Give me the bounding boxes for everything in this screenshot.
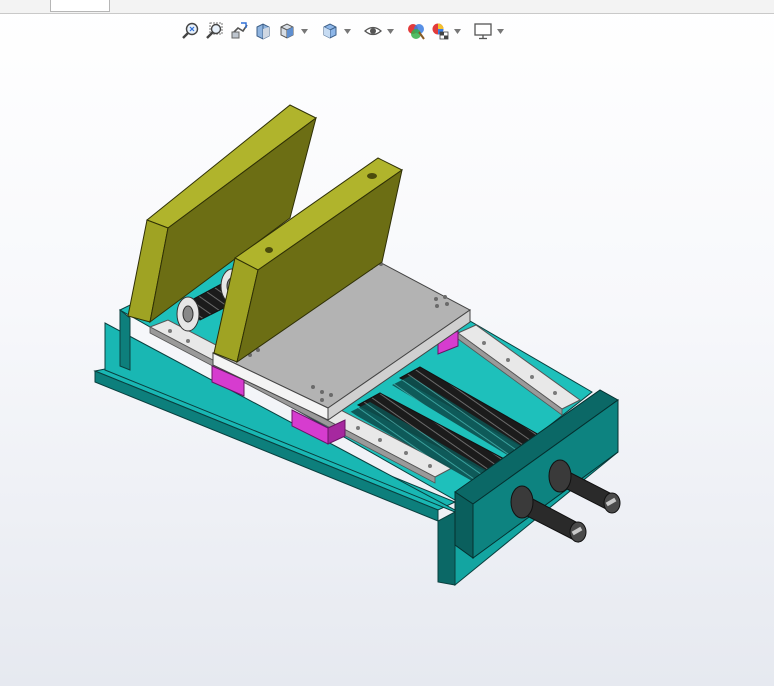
graphics-area[interactable] bbox=[0, 50, 774, 686]
zoom-to-fit-icon bbox=[182, 22, 199, 39]
view-orientation-icon bbox=[280, 23, 294, 39]
edit-appearance-icon bbox=[408, 24, 425, 40]
view-settings-button[interactable] bbox=[472, 20, 494, 42]
hide-show-items-icon bbox=[364, 26, 382, 36]
chevron-down-icon bbox=[344, 28, 351, 34]
vise-assembly-model[interactable] bbox=[0, 50, 774, 686]
chevron-down-icon bbox=[301, 28, 308, 34]
chevron-down-icon bbox=[497, 28, 504, 34]
display-style-icon bbox=[323, 23, 337, 39]
view-orientation-dropdown[interactable] bbox=[300, 20, 309, 42]
previous-view-button[interactable] bbox=[228, 20, 250, 42]
apply-scene-button[interactable] bbox=[429, 20, 451, 42]
hide-show-items-button[interactable] bbox=[362, 20, 384, 42]
zoom-to-area-button[interactable] bbox=[204, 20, 226, 42]
view-orientation-button[interactable] bbox=[276, 20, 298, 42]
display-style-button[interactable] bbox=[319, 20, 341, 42]
apply-scene-icon bbox=[432, 23, 449, 40]
display-style-dropdown[interactable] bbox=[343, 20, 352, 42]
document-tab[interactable] bbox=[50, 0, 110, 12]
window-tab-strip bbox=[0, 0, 774, 14]
hide-show-items-dropdown[interactable] bbox=[386, 20, 395, 42]
section-view-button[interactable] bbox=[252, 20, 274, 42]
monitor-icon bbox=[474, 23, 492, 40]
apply-scene-dropdown[interactable] bbox=[453, 20, 462, 42]
chevron-down-icon bbox=[454, 28, 461, 34]
previous-view-icon bbox=[231, 22, 248, 39]
zoom-to-fit-button[interactable] bbox=[180, 20, 202, 42]
base-bottom-edge bbox=[437, 511, 456, 586]
chevron-down-icon bbox=[387, 28, 394, 34]
zoom-to-area-icon bbox=[206, 22, 223, 39]
view-settings-dropdown[interactable] bbox=[496, 20, 505, 42]
edit-appearance-button[interactable] bbox=[405, 20, 427, 42]
heads-up-view-toolbar bbox=[180, 19, 505, 43]
section-view-icon bbox=[256, 23, 270, 40]
